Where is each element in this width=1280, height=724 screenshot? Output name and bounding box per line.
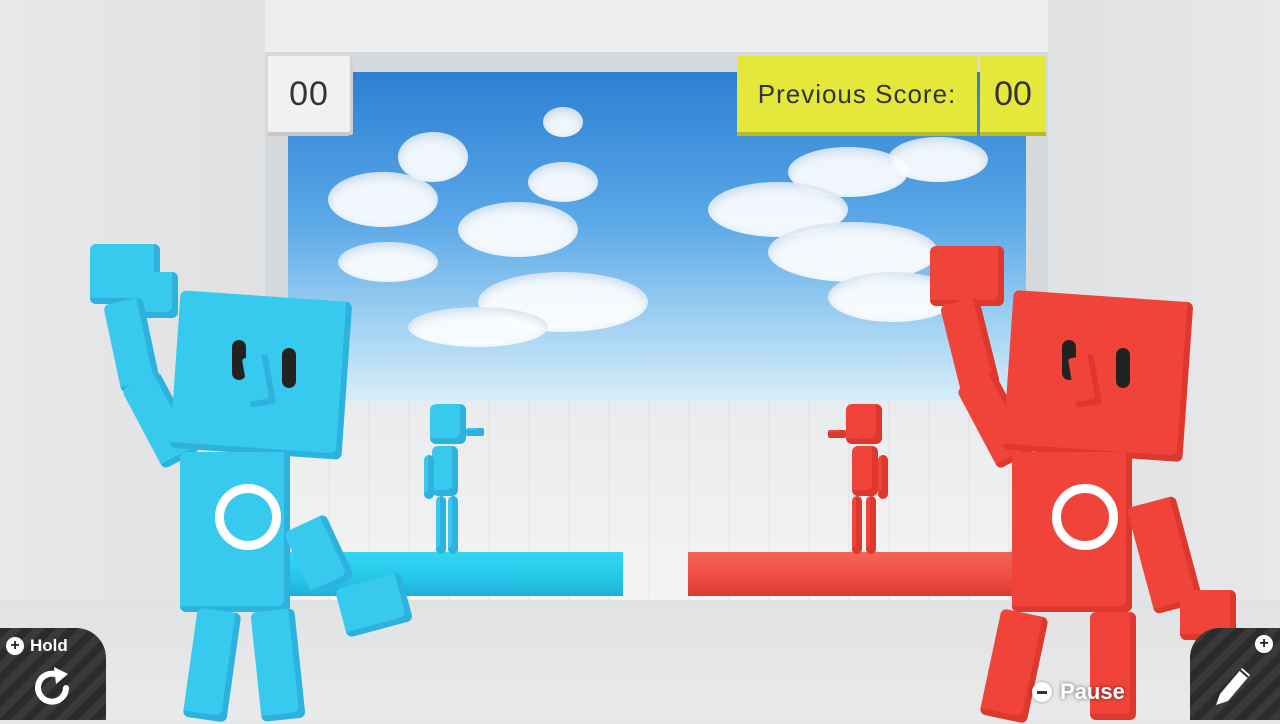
plus-icon: + xyxy=(1255,635,1273,653)
hold-label: Hold xyxy=(30,636,68,655)
previous-score-label-box: Previous Score: xyxy=(737,56,977,132)
pencil-icon xyxy=(1216,668,1250,705)
pause-label: Pause xyxy=(1060,679,1125,704)
previous-score-value-box: 00 xyxy=(980,56,1046,132)
top-wall xyxy=(265,0,1048,52)
rotate-icon xyxy=(35,667,69,705)
plus-icon: + xyxy=(6,637,24,655)
minus-icon xyxy=(1032,682,1052,702)
player-score-box: 00 xyxy=(268,56,350,132)
previous-score-label: Previous Score: xyxy=(757,78,957,109)
previous-score-value: 00 xyxy=(994,74,1032,113)
player-score: 00 xyxy=(289,74,329,113)
pause-button[interactable]: Pause xyxy=(1032,679,1125,705)
red-platform xyxy=(688,552,1013,596)
